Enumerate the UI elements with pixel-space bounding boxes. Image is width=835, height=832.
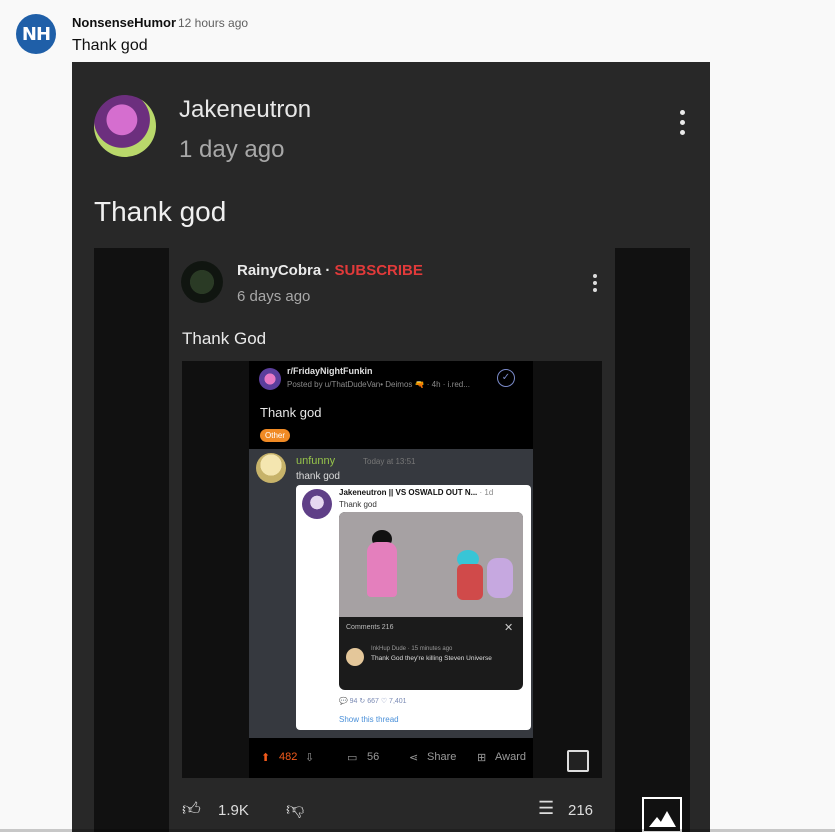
inner-post: RainyCobra · SUBSCRIBE 6 days ago Thank … [169, 248, 615, 832]
tweet-age: · 1d [479, 488, 494, 497]
close-icon: ✕ [504, 622, 514, 634]
check-icon: ✓ [497, 369, 515, 387]
discord-avatar [256, 453, 286, 483]
downvote-icon: ⇩ [305, 752, 315, 764]
reddit-award: Award [495, 751, 526, 763]
upvote-icon: ⬆ [261, 752, 271, 764]
avatar[interactable]: NH [16, 14, 56, 54]
award-icon: ⊞ [477, 752, 487, 764]
reply-text: Thank God they're killing Steven Univers… [371, 655, 492, 662]
show-thread-link: Show this thread [339, 715, 399, 724]
comment-icon: ☰ [538, 798, 555, 818]
share-icon: ⋖ [409, 752, 419, 764]
upvote-count: 482 [279, 751, 298, 763]
inner-screenshot: r/FridayNightFunkin Posted by u/ThatDude… [182, 361, 602, 778]
inner-post-text: Thank God [182, 329, 267, 348]
reddit-posted-by: Posted by u/ThatDudeVan• Deimos 🔫 · 4h ·… [287, 380, 470, 389]
subscribe-label: SUBSCRIBE [334, 262, 423, 279]
reply-meta: InkHup Dude · 15 minutes ago [371, 646, 453, 652]
image-icon [642, 797, 682, 832]
outer-post-time: 1 day ago [179, 136, 285, 163]
inner-separator: · [321, 262, 335, 279]
figure-body [367, 542, 397, 597]
comment-icon: ▭ [347, 752, 358, 764]
reddit-share: Share [427, 751, 457, 763]
outer-post-text: Thank god [94, 196, 227, 227]
inner-frame: RainyCobra · SUBSCRIBE 6 days ago Thank … [94, 248, 690, 832]
reddit-comments-count: 56 [367, 751, 380, 763]
outer-post-avatar [94, 95, 156, 157]
comment-author[interactable]: NonsenseHumor [72, 15, 176, 30]
tweet-avatar [302, 489, 332, 519]
inner-post-avatar [181, 261, 223, 303]
reddit-post: r/FridayNightFunkin Posted by u/ThatDude… [249, 361, 533, 778]
inner-action-bar: 👍︎ 1.9K 👎︎ ☰ 216 [182, 794, 602, 824]
subreddit-name: r/FridayNightFunkin [287, 366, 373, 376]
figure-body [487, 558, 513, 598]
inner-author-name: RainyCobra [237, 262, 322, 279]
comment-time[interactable]: 12 hours ago [178, 16, 248, 30]
tweet-embed: Jakeneutron || VS OSWALD OUT N... · 1d T… [296, 485, 531, 730]
more-vert-icon [672, 110, 692, 142]
subreddit-icon [259, 368, 281, 390]
comment: NH NonsenseHumor 12 hours ago Thank god … [0, 0, 835, 832]
outer-post-author: Jakeneutron [179, 96, 312, 123]
discord-text: thank god [296, 471, 340, 482]
comment-image[interactable]: Jakeneutron 1 day ago Thank god RainyCob… [72, 62, 710, 832]
tweet-text: Thank god [339, 500, 377, 509]
discord-message: unfunny Today at 13:51 thank god Jakeneu… [249, 449, 533, 738]
comment-count: 216 [568, 802, 594, 819]
discord-user: unfunny [296, 455, 336, 467]
inner-post-author: RainyCobra · SUBSCRIBE [237, 262, 423, 279]
reddit-title: Thank god [260, 405, 322, 420]
image-icon [567, 750, 589, 772]
figure-body [457, 564, 483, 600]
like-count: 1.9K [218, 802, 249, 819]
thumb-down-icon: 👎︎ [286, 799, 305, 819]
tweet-stats: 💬 94 ↻ 667 ♡ 7,401 [339, 698, 407, 705]
comment-text: Thank god [72, 37, 148, 54]
reddit-action-bar: ⬆ 482 ⇩ ▭ 56 ⋖ Share ⊞ Award [249, 738, 533, 778]
tweet-media: Comments 216 ✕ Thank God they're killing… [339, 512, 523, 690]
cartoon-art [339, 512, 523, 617]
discord-stamp: Today at 13:51 [363, 457, 416, 466]
media-comments-label: Comments 216 [346, 624, 394, 631]
inner-more-vert-icon [593, 274, 597, 292]
inner-post-time: 6 days ago [237, 288, 311, 305]
thumb-up-icon: 👍︎ [182, 799, 201, 819]
tweet-author-name: Jakeneutron || VS OSWALD OUT N... [339, 488, 478, 497]
reddit-flair: Other [260, 429, 291, 442]
tweet-author: Jakeneutron || VS OSWALD OUT N... · 1d [339, 488, 493, 497]
reply-avatar [346, 648, 364, 666]
